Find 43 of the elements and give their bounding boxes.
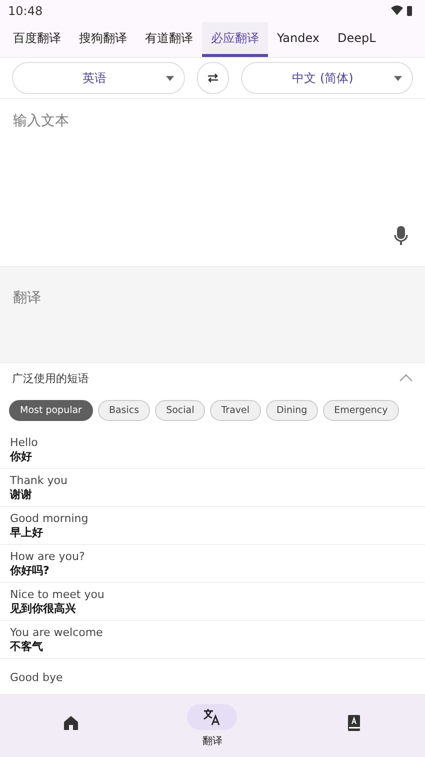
nav-label: 翻译 [202,734,222,748]
translate-icon [203,708,222,726]
translation-output-field[interactable]: 翻译 [0,267,425,362]
input-field[interactable]: 输入文本 [13,112,412,212]
phrase-translation: 早上好 [10,524,44,540]
category-chip[interactable]: Social [155,400,206,420]
tab[interactable]: 必应翻译 [202,22,268,57]
status-time: 10:48 [8,4,43,18]
phrase-text: Hello [10,436,39,448]
category-chip[interactable]: Most popular [9,400,93,420]
swap-button[interactable] [196,62,228,94]
category-chip[interactable]: Emergency [323,400,399,420]
tab[interactable]: DeepL [328,22,385,57]
tab[interactable]: 搜狗翻译 [70,22,136,57]
collapse-icon[interactable] [399,374,413,382]
tab[interactable]: 有道翻译 [136,22,202,57]
phrase-text: Nice to meet you [10,588,106,600]
phrase-text: You are welcome [10,626,104,638]
phrase-translation: 你好 [10,448,33,464]
category-chip[interactable]: Basics [98,400,150,420]
phrase-translation: 你好吗? [10,562,50,578]
category-chip[interactable]: Travel [210,400,260,420]
target-language-dropdown[interactable]: 中文 (简体) [240,62,413,94]
home-icon [64,716,78,730]
phrase-text: Good morning [10,512,90,524]
phrase-text: Good bye [10,671,64,684]
status-icons [391,5,413,17]
phrase-translation: 见到你很高兴 [10,600,77,616]
phrase-translation: 不客气 [10,638,44,654]
microphone-icon[interactable] [394,226,408,246]
book-icon [348,715,360,731]
phrase-translation: 谢谢 [10,486,33,502]
phrases-title: 广泛使用的短语 [12,370,89,386]
category-chip[interactable]: Dining [266,400,318,420]
dropdown-icon [394,76,402,80]
phrase-text: Thank you [10,474,68,486]
tab[interactable]: Yandex [268,22,329,57]
source-language-dropdown[interactable]: 英语 [12,62,184,94]
tab[interactable]: 百度翻译 [4,22,70,57]
phrase-text: How are you? [10,550,86,562]
nav-item[interactable] [187,704,238,730]
swap-icon [206,72,218,84]
dropdown-icon [166,76,174,80]
